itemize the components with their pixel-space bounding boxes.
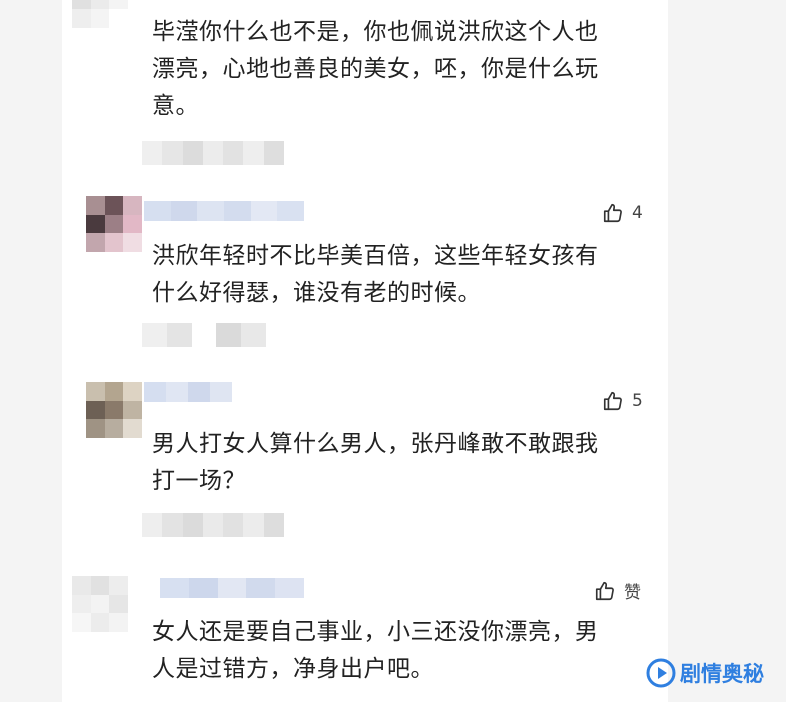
username[interactable] [160,578,304,598]
comment-text: 毕滢你什么也不是，你也佩说洪欣这个人也 漂亮，心地也善良的美女，呸，你是什么玩 … [152,19,599,119]
avatar[interactable] [86,382,142,438]
like-count: 5 [632,391,643,411]
username[interactable] [144,201,304,221]
thumbs-up-icon [603,391,622,411]
watermark: 剧情奥秘 [646,658,764,688]
comment-meta [142,141,284,165]
drama-logo-icon [646,658,676,688]
thumbs-up-icon [595,581,614,600]
watermark-label: 剧情奥秘 [680,662,764,686]
like-label: 赞 [624,583,641,603]
username[interactable] [144,382,232,402]
comment-text: 女人还是要自己事业，小三还没你漂亮，男 人是过错方，净身出户吧。 [152,619,599,682]
comment-meta [142,323,266,347]
avatar[interactable] [72,0,128,28]
comment-meta [142,513,284,537]
avatar[interactable] [72,576,128,632]
comment-text: 洪欣年轻时不比毕美百倍，这些年轻女孩有 什么好得瑟，谁没有老的时候。 [152,243,599,306]
thumbs-up-icon [603,203,622,223]
avatar[interactable] [86,196,142,252]
like-button[interactable]: 赞 [594,578,641,603]
comment-text: 男人打女人算什么男人，张丹峰敢不敢跟我 打一场？ [152,431,599,494]
like-count: 4 [632,203,643,223]
like-button[interactable]: 4 [602,202,643,224]
like-button[interactable]: 5 [602,390,643,412]
